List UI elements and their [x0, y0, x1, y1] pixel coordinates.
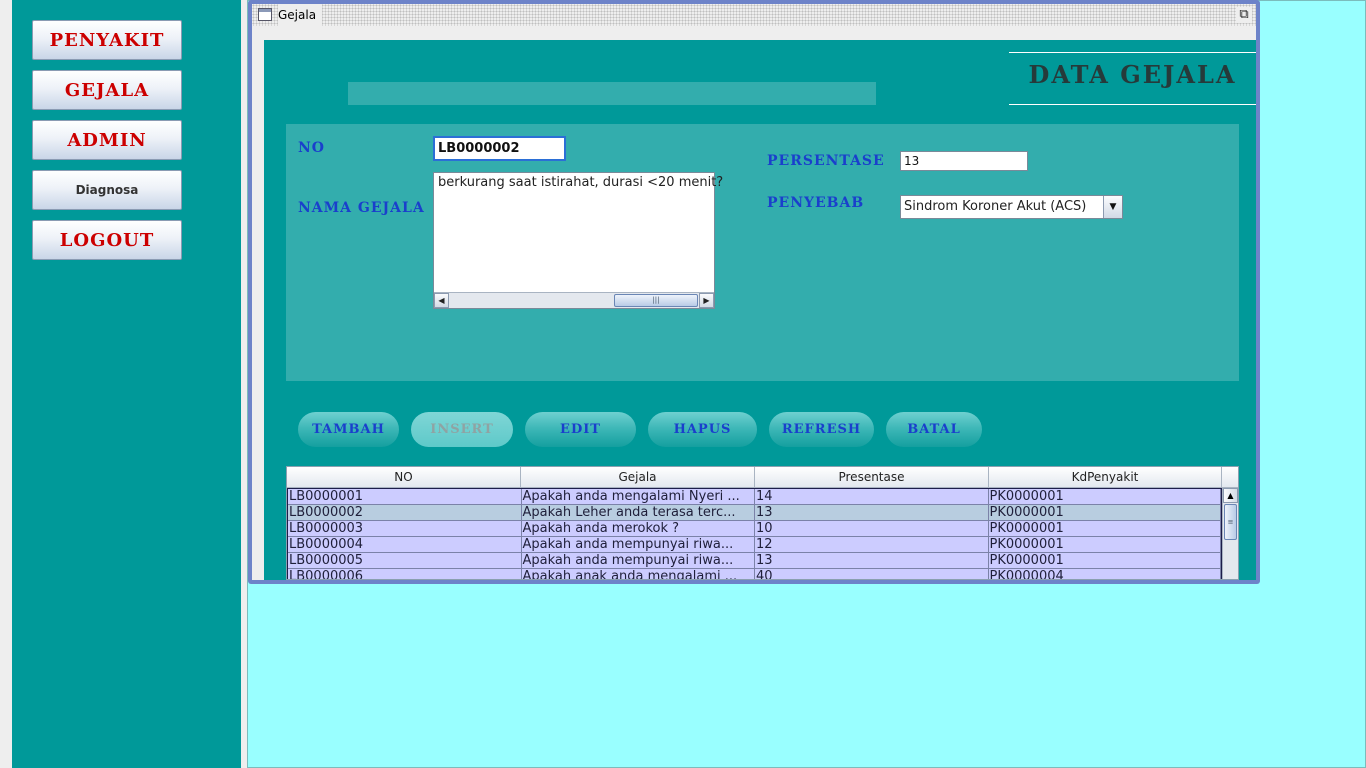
cell-kdpenyakit: PK0000001 — [988, 553, 1221, 569]
nama-gejala-textarea[interactable]: berkurang saat istirahat, durasi <20 men… — [433, 172, 723, 309]
window-title: Gejala — [278, 4, 323, 26]
main-panel: DATA GEJALA NO LB0000002 NAMA GEJALA ber… — [264, 40, 1256, 580]
cell-kdpenyakit: PK0000001 — [988, 489, 1221, 505]
no-label: NO — [298, 140, 325, 156]
nama-gejala-text: berkurang saat istirahat, durasi <20 men… — [438, 175, 724, 190]
table-row-selected[interactable]: LB0000002 Apakah Leher anda terasa terc.… — [288, 505, 1221, 521]
cell-gejala: Apakah anak anda mengalami ... — [521, 569, 755, 579]
horizontal-scrollbar[interactable]: ◀ ||| ▶ — [434, 292, 714, 308]
tambah-button[interactable]: TAMBAH — [298, 412, 399, 447]
no-input[interactable]: LB0000002 — [433, 136, 566, 161]
window-content: DATA GEJALA NO LB0000002 NAMA GEJALA ber… — [252, 26, 1256, 580]
gejala-window: Gejala ⧉ DATA GEJALA NO LB0000002 NAMA G… — [248, 0, 1260, 584]
admin-button[interactable]: ADMIN — [32, 120, 182, 160]
chevron-down-icon[interactable]: ▼ — [1103, 196, 1122, 218]
cell-presentase: 14 — [755, 489, 989, 505]
header-divider-top — [1009, 52, 1256, 53]
window-icon — [258, 8, 272, 21]
gejala-table: NO Gejala Presentase KdPenyakit LB000000… — [286, 466, 1239, 580]
cell-kdpenyakit: PK0000004 — [988, 569, 1221, 579]
table-row[interactable]: LB0000001 Apakah anda mengalami Nyeri ..… — [288, 489, 1221, 505]
logout-button[interactable]: LOGOUT — [32, 220, 182, 260]
cell-gejala: Apakah anda mempunyai riwa... — [521, 537, 755, 553]
column-header-kdpenyakit[interactable]: KdPenyakit — [989, 467, 1222, 488]
table-corner — [1222, 467, 1238, 488]
vertical-scrollbar[interactable]: ▲ ≡ — [1222, 488, 1238, 579]
cell-presentase: 13 — [755, 505, 989, 521]
page-title: DATA GEJALA — [1028, 60, 1237, 89]
cell-no: LB0000003 — [288, 521, 522, 537]
refresh-button[interactable]: REFRESH — [769, 412, 874, 447]
cell-presentase: 12 — [755, 537, 989, 553]
table-row[interactable]: LB0000005 Apakah anda mempunyai riwa... … — [288, 553, 1221, 569]
batal-button[interactable]: BATAL — [886, 412, 982, 447]
persentase-input[interactable]: 13 — [900, 151, 1028, 171]
cell-no: LB0000001 — [288, 489, 522, 505]
scroll-thumb[interactable]: ||| — [614, 294, 698, 307]
scroll-up-icon[interactable]: ▲ — [1223, 488, 1238, 503]
cell-no: LB0000004 — [288, 537, 522, 553]
table-row[interactable]: LB0000004 Apakah anda mempunyai riwa... … — [288, 537, 1221, 553]
penyebab-selected-value: Sindrom Koroner Akut (ACS) — [904, 199, 1087, 214]
diagnosa-button[interactable]: Diagnosa — [32, 170, 182, 210]
edit-button[interactable]: EDIT — [525, 412, 636, 447]
header-divider-bottom — [1009, 104, 1256, 105]
insert-button[interactable]: INSERT — [411, 412, 513, 447]
sidebar: PENYAKIT GEJALA ADMIN Diagnosa LOGOUT — [12, 0, 241, 768]
table-body: LB0000001 Apakah anda mengalami Nyeri ..… — [287, 488, 1222, 579]
cell-kdpenyakit: PK0000001 — [988, 505, 1221, 521]
cell-kdpenyakit: PK0000001 — [988, 537, 1221, 553]
cell-presentase: 40 — [755, 569, 989, 579]
penyebab-select[interactable]: Sindrom Koroner Akut (ACS) ▼ — [900, 195, 1123, 219]
penyakit-button[interactable]: PENYAKIT — [32, 20, 182, 60]
cell-no: LB0000002 — [288, 505, 522, 521]
persentase-label: PERSENTASE — [767, 153, 885, 169]
penyebab-label: PENYEBAB — [767, 195, 865, 211]
nama-gejala-label: NAMA GEJALA — [298, 200, 425, 216]
header-bar — [348, 82, 876, 105]
table-row[interactable]: LB0000006 Apakah anak anda mengalami ...… — [288, 569, 1221, 579]
scroll-right-icon[interactable]: ▶ — [699, 293, 714, 308]
column-header-no[interactable]: NO — [287, 467, 521, 488]
cell-gejala: Apakah Leher anda terasa terc... — [521, 505, 755, 521]
form-panel: NO LB0000002 NAMA GEJALA berkurang saat … — [286, 124, 1239, 381]
cell-presentase: 13 — [755, 553, 989, 569]
cell-gejala: Apakah anda mengalami Nyeri ... — [521, 489, 755, 505]
cell-presentase: 10 — [755, 521, 989, 537]
table-row[interactable]: LB0000003 Apakah anda merokok ? 10 PK000… — [288, 521, 1221, 537]
cell-no: LB0000005 — [288, 553, 522, 569]
table-header: NO Gejala Presentase KdPenyakit — [287, 467, 1222, 488]
cell-kdpenyakit: PK0000001 — [988, 521, 1221, 537]
window-titlebar[interactable]: Gejala ⧉ — [252, 4, 1256, 26]
restore-icon[interactable]: ⧉ — [1236, 7, 1252, 23]
column-header-presentase[interactable]: Presentase — [755, 467, 989, 488]
gejala-button[interactable]: GEJALA — [32, 70, 182, 110]
scroll-left-icon[interactable]: ◀ — [434, 293, 449, 308]
cell-gejala: Apakah anda merokok ? — [521, 521, 755, 537]
column-header-gejala[interactable]: Gejala — [521, 467, 755, 488]
cell-gejala: Apakah anda mempunyai riwa... — [521, 553, 755, 569]
scroll-thumb[interactable]: ≡ — [1224, 504, 1237, 540]
cell-no: LB0000006 — [288, 569, 522, 579]
hapus-button[interactable]: HAPUS — [648, 412, 757, 447]
